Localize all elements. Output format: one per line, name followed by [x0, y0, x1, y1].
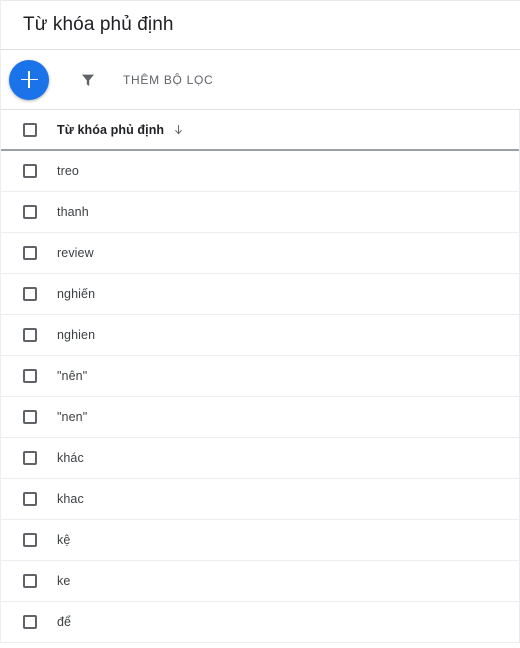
row-checkbox[interactable] — [23, 533, 37, 547]
row-select-cell — [1, 451, 57, 465]
keyword-cell: nghien — [57, 328, 96, 342]
table-row[interactable]: ke — [1, 561, 519, 602]
table-row[interactable]: treo — [1, 151, 519, 192]
row-checkbox[interactable] — [23, 615, 37, 629]
row-select-cell — [1, 328, 57, 342]
row-select-cell — [1, 574, 57, 588]
table-row[interactable]: kệ — [1, 520, 519, 561]
keyword-cell: "nên" — [57, 369, 88, 383]
keyword-cell: "nen" — [57, 410, 88, 424]
sort-descending-icon — [172, 123, 185, 137]
negative-keywords-page: Từ khóa phủ định THÊM BỘ LỌC Từ khóa phủ… — [0, 0, 520, 648]
row-checkbox[interactable] — [23, 369, 37, 383]
plus-icon — [20, 71, 38, 88]
row-checkbox[interactable] — [23, 205, 37, 219]
row-checkbox[interactable] — [23, 410, 37, 424]
column-header-label: Từ khóa phủ định — [57, 122, 165, 137]
row-checkbox[interactable] — [23, 246, 37, 260]
row-select-cell — [1, 287, 57, 301]
table-row[interactable]: để — [1, 602, 519, 643]
keyword-cell: treo — [57, 164, 79, 178]
keyword-cell: thanh — [57, 205, 89, 219]
row-checkbox[interactable] — [23, 492, 37, 506]
table-header-row: Từ khóa phủ định — [1, 110, 519, 151]
table-row[interactable]: nghiến — [1, 274, 519, 315]
table-row[interactable]: thanh — [1, 192, 519, 233]
table-row[interactable]: "nen" — [1, 397, 519, 438]
keyword-cell: nghiến — [57, 287, 96, 301]
keyword-cell: kệ — [57, 533, 71, 547]
table-row[interactable]: "nên" — [1, 356, 519, 397]
keyword-cell: khac — [57, 492, 84, 506]
add-filter-button[interactable]: THÊM BỘ LỌC — [123, 73, 213, 87]
keyword-cell: ke — [57, 574, 71, 588]
toolbar: THÊM BỘ LỌC — [0, 50, 520, 110]
table-body: treo thanh review nghiến nghien "nên" "nen" khá… — [1, 151, 519, 643]
row-select-cell — [1, 246, 57, 260]
row-checkbox[interactable] — [23, 328, 37, 342]
row-checkbox[interactable] — [23, 574, 37, 588]
row-select-cell — [1, 533, 57, 547]
table-row[interactable]: review — [1, 233, 519, 274]
row-select-cell — [1, 164, 57, 178]
row-select-cell — [1, 369, 57, 383]
negative-keywords-table: Từ khóa phủ định treo thanh review nghiến ng… — [0, 110, 520, 643]
table-row[interactable]: nghien — [1, 315, 519, 356]
page-header: Từ khóa phủ định — [0, 0, 520, 50]
column-header-keyword[interactable]: Từ khóa phủ định — [57, 122, 185, 138]
table-row[interactable]: khac — [1, 479, 519, 520]
row-checkbox[interactable] — [23, 451, 37, 465]
filter-funnel-icon[interactable] — [79, 71, 97, 89]
keyword-cell: khác — [57, 451, 84, 465]
row-select-cell — [1, 615, 57, 629]
table-row[interactable]: khác — [1, 438, 519, 479]
keyword-cell: để — [57, 615, 72, 629]
add-negative-keyword-button[interactable] — [9, 59, 49, 100]
row-checkbox[interactable] — [23, 164, 37, 178]
row-select-cell — [1, 205, 57, 219]
select-all-cell — [1, 122, 57, 137]
keyword-cell: review — [57, 246, 94, 260]
select-all-checkbox[interactable] — [23, 122, 37, 137]
page-title: Từ khóa phủ định — [23, 14, 174, 35]
row-select-cell — [1, 492, 57, 506]
row-checkbox[interactable] — [23, 287, 37, 301]
row-select-cell — [1, 410, 57, 424]
